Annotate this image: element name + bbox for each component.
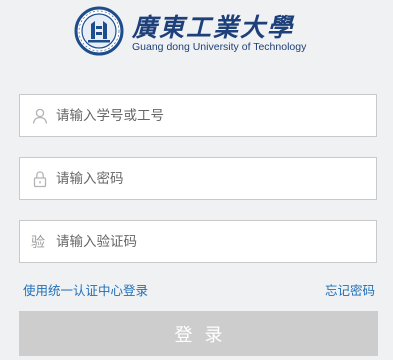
username-field[interactable]	[19, 94, 377, 137]
forgot-password-link[interactable]: 忘记密码	[325, 280, 375, 299]
university-name-cn: 廣東工業大學	[132, 13, 295, 42]
username-input[interactable]	[56, 95, 366, 136]
password-field[interactable]	[19, 157, 377, 200]
university-name-en: Guang dong University of Technology	[132, 41, 307, 53]
login-button[interactable]: 登录	[19, 311, 378, 356]
login-links: 使用统一认证中心登录 忘记密码	[23, 280, 375, 298]
captcha-field[interactable]: 验	[19, 220, 377, 263]
university-emblem-icon	[74, 6, 124, 56]
university-logo: 廣東工業大學 Guang dong University of Technolo…	[74, 6, 319, 58]
captcha-label-icon: 验	[31, 235, 45, 251]
captcha-input[interactable]	[56, 221, 366, 262]
user-icon	[32, 108, 48, 124]
login-page: 廣東工業大學 Guang dong University of Technolo…	[0, 0, 393, 360]
unified-auth-link[interactable]: 使用统一认证中心登录	[23, 280, 148, 299]
lock-icon	[33, 171, 47, 188]
password-input[interactable]	[56, 158, 366, 199]
